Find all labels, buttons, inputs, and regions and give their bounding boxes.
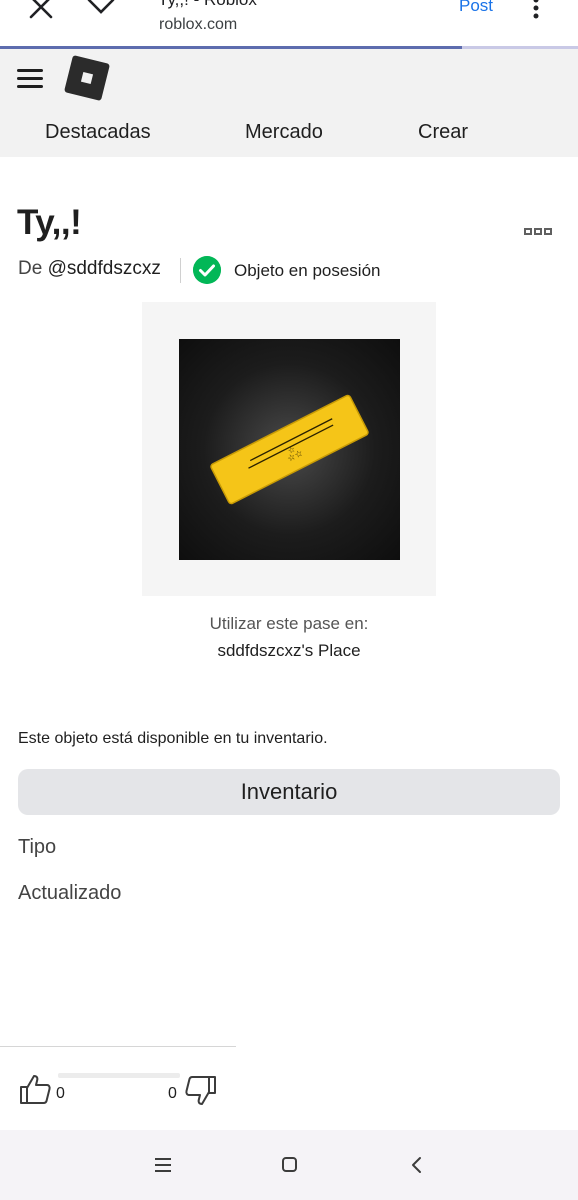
use-pass-label: Utilizar este pase en: bbox=[209, 614, 369, 633]
nav-featured[interactable]: Destacadas bbox=[45, 121, 151, 144]
byline-divider bbox=[180, 258, 181, 283]
post-button[interactable]: Post bbox=[459, 0, 493, 16]
vote-ratio-bar bbox=[58, 1073, 180, 1078]
recent-apps-icon[interactable] bbox=[155, 1158, 171, 1172]
thumbs-up-icon[interactable] bbox=[18, 1072, 52, 1106]
upvote-count: 0 bbox=[56, 1085, 65, 1102]
by-prefix: De bbox=[18, 258, 43, 279]
browser-toolbar: Ty,,! - Roblox roblox.com Post bbox=[0, 0, 578, 48]
owned-status: Objeto en posesión bbox=[234, 261, 381, 280]
availability-text: Este objeto está disponible en tu invent… bbox=[18, 730, 328, 747]
system-nav-bar bbox=[0, 1130, 578, 1200]
item-thumbnail: ☆☆ ☆ bbox=[179, 339, 400, 560]
check-circle-icon bbox=[193, 256, 221, 284]
nav-create[interactable]: Crear bbox=[418, 121, 468, 144]
downvote-count: 0 bbox=[168, 1085, 177, 1102]
browser-tab-title: Ty,,! - Roblox bbox=[158, 0, 257, 10]
place-link[interactable]: sddfdszcxz's Place bbox=[0, 641, 578, 661]
creator-byline: De @sddfdszcxz bbox=[18, 258, 161, 280]
home-icon[interactable] bbox=[282, 1157, 297, 1172]
more-options-icon[interactable] bbox=[524, 228, 552, 236]
chevron-down-icon[interactable] bbox=[86, 0, 116, 18]
browser-url[interactable]: roblox.com bbox=[159, 16, 237, 34]
updated-label: Actualizado bbox=[18, 882, 122, 904]
hamburger-icon[interactable] bbox=[17, 69, 43, 89]
roblox-logo[interactable] bbox=[63, 54, 111, 102]
kebab-menu-icon[interactable] bbox=[532, 0, 540, 20]
nav-market[interactable]: Mercado bbox=[245, 121, 323, 144]
thumbs-down-icon[interactable] bbox=[184, 1074, 218, 1108]
back-icon[interactable] bbox=[410, 1156, 424, 1174]
inventory-button[interactable]: Inventario bbox=[18, 769, 560, 815]
type-label: Tipo bbox=[18, 836, 57, 858]
votes-divider bbox=[0, 1046, 236, 1047]
close-icon[interactable] bbox=[28, 0, 54, 20]
gamepass-ticket-image: ☆☆ ☆ bbox=[210, 394, 369, 505]
item-title: Ty,,! bbox=[17, 203, 82, 242]
site-header: Destacadas Mercado Crear bbox=[0, 49, 578, 157]
creator-link[interactable]: @sddfdszcxz bbox=[48, 258, 161, 279]
